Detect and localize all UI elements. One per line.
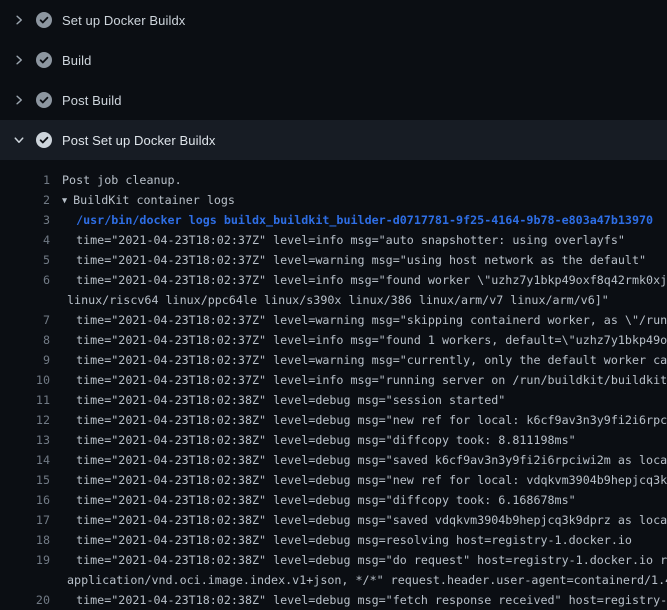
- log-line-number[interactable]: 12: [0, 410, 50, 430]
- log-line-number[interactable]: 11: [0, 390, 50, 410]
- log-line-text: time="2021-04-23T18:02:38Z" level=debug …: [62, 450, 667, 470]
- log-line-number[interactable]: 8: [0, 330, 50, 350]
- log-line: 14 time="2021-04-23T18:02:38Z" level=deb…: [0, 450, 667, 470]
- log-line-text: time="2021-04-23T18:02:37Z" level=warnin…: [62, 310, 667, 330]
- log-line: 17 time="2021-04-23T18:02:38Z" level=deb…: [0, 510, 667, 530]
- log-line: 3 /usr/bin/docker logs buildx_buildkit_b…: [0, 210, 667, 230]
- log-line-text: linux/riscv64 linux/ppc64le linux/s390x …: [62, 290, 609, 310]
- log-line: 5 time="2021-04-23T18:02:37Z" level=warn…: [0, 250, 667, 270]
- log-line-number[interactable]: 9: [0, 350, 50, 370]
- log-line-text: /usr/bin/docker logs buildx_buildkit_bui…: [62, 210, 653, 230]
- log-line-text: time="2021-04-23T18:02:37Z" level=info m…: [62, 330, 667, 350]
- log-line-text: time="2021-04-23T18:02:38Z" level=debug …: [62, 510, 667, 530]
- log-line-number[interactable]: 18: [0, 530, 50, 550]
- log-line-number[interactable]: 14: [0, 450, 50, 470]
- log-area: 1 Post job cleanup. 2 ▼ BuildKit container l…: [0, 160, 667, 610]
- log-line: 8 time="2021-04-23T18:02:37Z" level=info…: [0, 330, 667, 350]
- check-circle-icon: [36, 52, 52, 68]
- group-title: BuildKit container logs: [73, 193, 235, 207]
- step-title: Build: [62, 53, 91, 68]
- log-line-number[interactable]: 4: [0, 230, 50, 250]
- log-line: 2 ▼ BuildKit container logs: [0, 190, 667, 210]
- chevron-right-icon[interactable]: [12, 13, 26, 27]
- chevron-down-icon[interactable]: [12, 133, 26, 147]
- log-line-number[interactable]: 1: [0, 170, 50, 190]
- log-line-text: time="2021-04-23T18:02:38Z" level=debug …: [62, 550, 667, 570]
- step-header-set-up-docker-buildx[interactable]: Set up Docker Buildx: [0, 0, 667, 40]
- log-line: 6 time="2021-04-23T18:02:37Z" level=info…: [0, 270, 667, 290]
- log-line-number: [0, 290, 50, 310]
- step-title: Post Set up Docker Buildx: [62, 133, 216, 148]
- log-line-number[interactable]: 16: [0, 490, 50, 510]
- log-line-continuation: application/vnd.oci.image.index.v1+json,…: [0, 570, 667, 590]
- log-line: 15 time="2021-04-23T18:02:38Z" level=deb…: [0, 470, 667, 490]
- log-line-text: time="2021-04-23T18:02:38Z" level=debug …: [62, 590, 667, 610]
- actions-log-viewer: Set up Docker Buildx Build Post Build Post …: [0, 0, 667, 610]
- log-line-number: [0, 570, 50, 590]
- log-line-text: ▼ BuildKit container logs: [62, 190, 235, 210]
- step-header-post-set-up-docker-buildx[interactable]: Post Set up Docker Buildx: [0, 120, 667, 160]
- log-line-continuation: linux/riscv64 linux/ppc64le linux/s390x …: [0, 290, 667, 310]
- steps-list: Set up Docker Buildx Build Post Build Post …: [0, 0, 667, 160]
- log-line: 10 time="2021-04-23T18:02:37Z" level=inf…: [0, 370, 667, 390]
- log-line-text: time="2021-04-23T18:02:38Z" level=debug …: [62, 410, 667, 430]
- log-line-number[interactable]: 3: [0, 210, 50, 230]
- log-line-text: Post job cleanup.: [62, 170, 182, 190]
- step-header-build[interactable]: Build: [0, 40, 667, 80]
- log-line-number[interactable]: 2: [0, 190, 50, 210]
- log-line-number[interactable]: 10: [0, 370, 50, 390]
- check-circle-icon: [36, 132, 52, 148]
- triangle-down-icon[interactable]: ▼: [62, 191, 67, 210]
- check-circle-icon: [36, 12, 52, 28]
- log-line-text: time="2021-04-23T18:02:38Z" level=debug …: [62, 430, 576, 450]
- log-line-text: time="2021-04-23T18:02:37Z" level=info m…: [62, 270, 667, 290]
- step-title: Set up Docker Buildx: [62, 13, 185, 28]
- log-line-text: application/vnd.oci.image.index.v1+json,…: [62, 570, 667, 590]
- log-line-text: time="2021-04-23T18:02:38Z" level=debug …: [62, 470, 667, 490]
- log-line-number[interactable]: 5: [0, 250, 50, 270]
- log-line: 20 time="2021-04-23T18:02:38Z" level=deb…: [0, 590, 667, 610]
- log-line: 13 time="2021-04-23T18:02:38Z" level=deb…: [0, 430, 667, 450]
- log-line-text: time="2021-04-23T18:02:38Z" level=debug …: [62, 390, 505, 410]
- check-circle-icon: [36, 92, 52, 108]
- log-line: 1 Post job cleanup.: [0, 170, 667, 190]
- log-line-number[interactable]: 19: [0, 550, 50, 570]
- log-line: 19 time="2021-04-23T18:02:38Z" level=deb…: [0, 550, 667, 570]
- step-title: Post Build: [62, 93, 122, 108]
- log-line-text: time="2021-04-23T18:02:38Z" level=debug …: [62, 530, 632, 550]
- log-line: 18 time="2021-04-23T18:02:38Z" level=deb…: [0, 530, 667, 550]
- log-line: 9 time="2021-04-23T18:02:37Z" level=warn…: [0, 350, 667, 370]
- log-line-number[interactable]: 15: [0, 470, 50, 490]
- log-line-number[interactable]: 20: [0, 590, 50, 610]
- log-line-number[interactable]: 7: [0, 310, 50, 330]
- log-line-text: time="2021-04-23T18:02:37Z" level=warnin…: [62, 250, 646, 270]
- log-line: 11 time="2021-04-23T18:02:38Z" level=deb…: [0, 390, 667, 410]
- log-line: 16 time="2021-04-23T18:02:38Z" level=deb…: [0, 490, 667, 510]
- log-line-number[interactable]: 6: [0, 270, 50, 290]
- log-line-text: time="2021-04-23T18:02:37Z" level=warnin…: [62, 350, 667, 370]
- log-line-text: time="2021-04-23T18:02:38Z" level=debug …: [62, 490, 576, 510]
- log-line-number[interactable]: 13: [0, 430, 50, 450]
- log-line-number[interactable]: 17: [0, 510, 50, 530]
- log-line: 12 time="2021-04-23T18:02:38Z" level=deb…: [0, 410, 667, 430]
- log-line: 4 time="2021-04-23T18:02:37Z" level=info…: [0, 230, 667, 250]
- chevron-right-icon[interactable]: [12, 93, 26, 107]
- step-header-post-build[interactable]: Post Build: [0, 80, 667, 120]
- log-line-text: time="2021-04-23T18:02:37Z" level=info m…: [62, 370, 667, 390]
- chevron-right-icon[interactable]: [12, 53, 26, 67]
- log-line: 7 time="2021-04-23T18:02:37Z" level=warn…: [0, 310, 667, 330]
- log-line-text: time="2021-04-23T18:02:37Z" level=info m…: [62, 230, 625, 250]
